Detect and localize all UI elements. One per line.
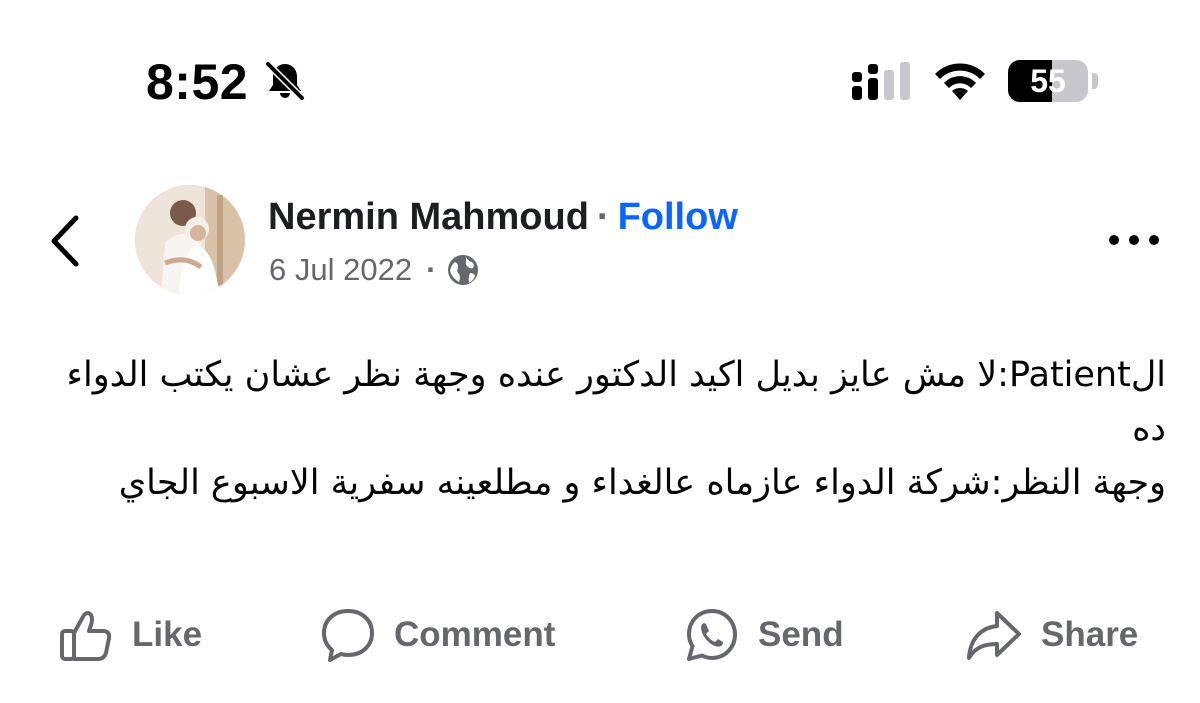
comment-button[interactable]: Comment <box>320 602 555 668</box>
back-chevron-icon[interactable] <box>44 206 90 276</box>
status-time: 8:52 <box>146 54 249 110</box>
author-line: Nermin Mahmoud · Follow <box>268 192 738 242</box>
battery-body: 55 <box>1008 60 1088 102</box>
post-text: الPatient:لا مش عايز بديل اكيد الدكتور ع… <box>56 348 1166 510</box>
follow-button[interactable]: Follow <box>618 196 738 238</box>
post-date[interactable]: 6 Jul 2022 <box>269 252 412 288</box>
bell-slash-icon <box>264 60 306 102</box>
share-arrow-icon <box>967 611 1021 660</box>
wifi-icon <box>935 63 985 100</box>
like-button[interactable]: Like <box>58 602 202 668</box>
share-label: Share <box>1041 615 1139 654</box>
avatar-photo <box>135 185 245 295</box>
comment-label: Comment <box>394 615 556 654</box>
send-label: Send <box>758 615 844 654</box>
like-thumb-icon <box>60 611 112 661</box>
post-text-line: وجهة النظر:شركة الدواء عازماه عالغداء و … <box>118 463 1166 503</box>
globe-icon <box>448 255 479 285</box>
author-name[interactable]: Nermin Mahmoud <box>268 196 589 238</box>
battery-indicator: 55 <box>1008 60 1100 102</box>
battery-cap <box>1092 73 1098 89</box>
meta-separator: · <box>426 252 437 287</box>
send-button[interactable]: Send <box>684 602 844 668</box>
like-label: Like <box>132 615 203 654</box>
share-button[interactable]: Share <box>965 602 1138 668</box>
post-actions: Like Comment Send Share <box>0 602 1200 668</box>
signal-icon <box>852 62 910 100</box>
author-avatar[interactable] <box>135 185 245 295</box>
post-text-line: الPatient:لا مش عايز بديل اكيد الدكتور ع… <box>66 355 1166 449</box>
more-options-icon[interactable] <box>1104 226 1164 254</box>
comment-bubble-icon <box>322 609 374 662</box>
whatsapp-icon <box>687 609 737 661</box>
battery-level: 55 <box>1030 63 1066 99</box>
author-separator: · <box>596 196 610 238</box>
post-meta: 6 Jul 2022 · <box>269 250 480 290</box>
